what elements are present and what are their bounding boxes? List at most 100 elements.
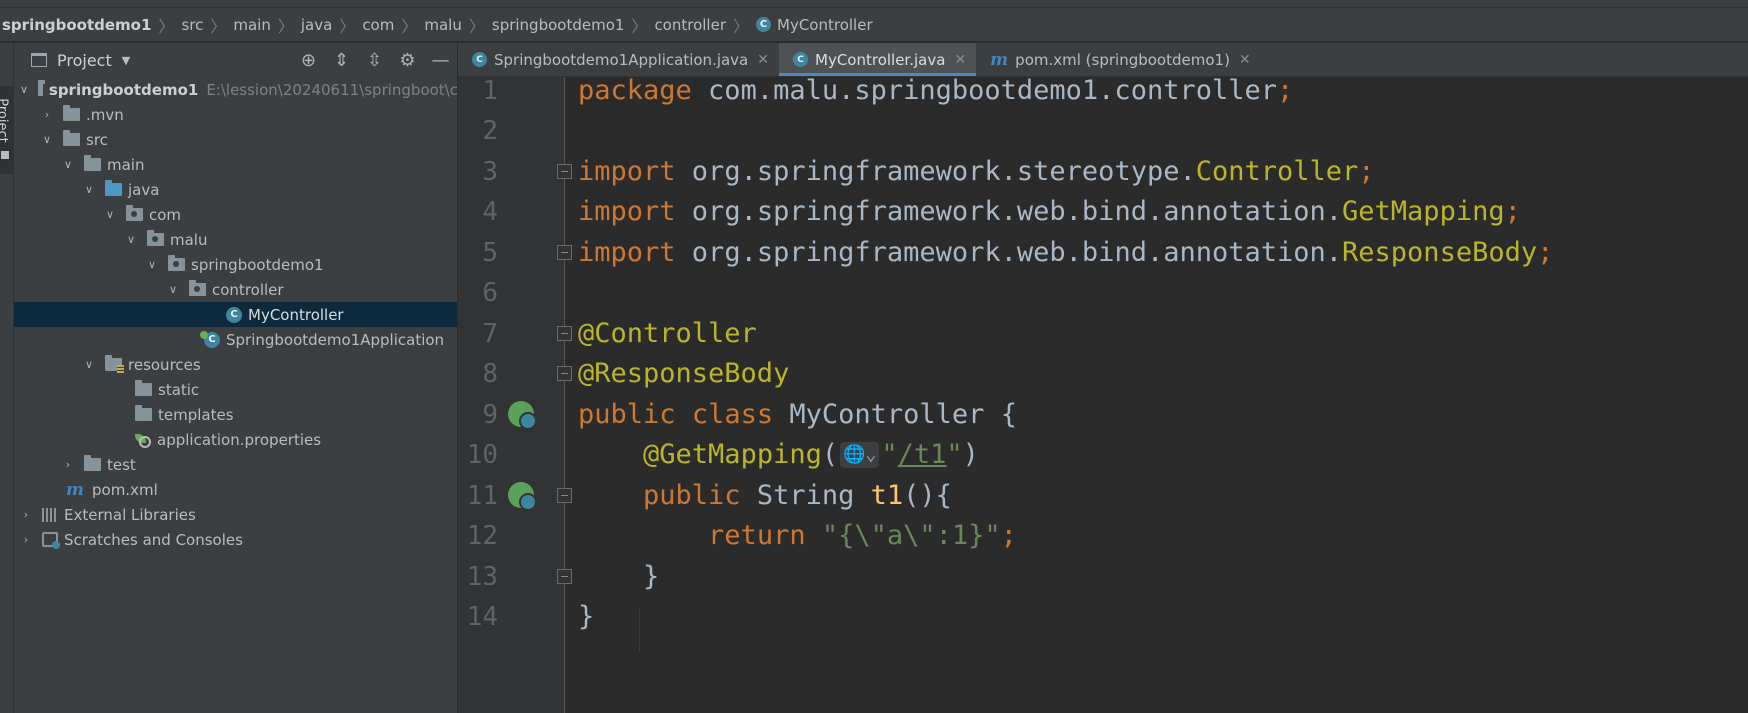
package-name: com.malu.springbootdemo1.controller	[691, 75, 1277, 106]
tree-item-label: External Libraries	[64, 505, 196, 524]
breadcrumb-item-controller[interactable]: controller	[654, 16, 726, 34]
chevron-down-icon[interactable]: ∨	[125, 233, 137, 246]
breadcrumb-separator: 〉	[277, 16, 294, 36]
code-text: @GetMapping(🌐⌄ "/t1 ")	[578, 439, 979, 470]
paren: (){	[903, 480, 952, 511]
tree-item-label: .mvn	[86, 105, 124, 124]
code-line: 12 return "{\"a\":1}";	[458, 513, 1748, 558]
project-panel-title[interactable]: Project	[57, 51, 112, 70]
tree-item-static[interactable]: static	[14, 377, 457, 402]
code-line: 3 import org.springframework.stereotype.…	[458, 149, 1748, 194]
tree-item-springbootdemo1[interactable]: ∨ springbootdemo1 E:\lession\20240611\sp…	[14, 77, 458, 102]
minimize-icon[interactable]: —	[424, 50, 457, 71]
code-line: 11 public String t1(){	[458, 473, 1748, 518]
gear-icon[interactable]: ⚙	[391, 50, 424, 71]
breadcrumb-separator: 〉	[401, 16, 418, 36]
tree-item-src[interactable]: ∨ src	[14, 127, 457, 152]
tree-item-test[interactable]: › test	[14, 452, 457, 477]
fold-icon[interactable]	[557, 366, 572, 381]
code-text: package com.malu.springbootdemo1.control…	[578, 75, 1293, 106]
tab-label: pom.xml (springbootdemo1)	[1015, 50, 1230, 69]
tree-item-path: E:\lession\20240611\springboot\c	[206, 80, 458, 99]
chevron-down-icon[interactable]: ∨	[167, 283, 179, 296]
tree-item-pom-xml[interactable]: m pom.xml	[14, 477, 457, 502]
tree-item-mycontroller[interactable]: C MyController	[14, 302, 457, 327]
tree-item-label: main	[107, 155, 145, 174]
breadcrumb-item-com[interactable]: com	[362, 16, 394, 34]
project-tool-label[interactable]: Project	[0, 98, 10, 142]
chevron-right-icon[interactable]: ›	[20, 533, 32, 546]
fold-icon[interactable]	[557, 164, 572, 179]
chevron-down-icon[interactable]: ∨	[20, 83, 28, 96]
tree-item-springbootdemo1application[interactable]: C Springbootdemo1Application	[14, 327, 457, 352]
tree-item-springbootdemo1-package[interactable]: ∨ springbootdemo1	[14, 252, 457, 277]
chevron-down-icon[interactable]: ∨	[83, 183, 95, 196]
tree-item-templates[interactable]: templates	[14, 402, 457, 427]
tree-item-controller[interactable]: ∨ controller	[14, 277, 457, 302]
fold-icon[interactable]	[557, 488, 572, 503]
tree-item-application-properties[interactable]: application.properties	[14, 427, 457, 452]
tree-item-external-libraries[interactable]: › External Libraries	[14, 502, 457, 527]
chevron-right-icon[interactable]: ›	[20, 508, 32, 521]
paren: (	[821, 439, 839, 470]
tab-label: MyController.java	[815, 50, 946, 69]
close-icon[interactable]: ✕	[954, 52, 966, 68]
code-line: 13 }	[458, 554, 1748, 599]
line-number: 2	[482, 115, 498, 146]
breadcrumb-item-src[interactable]: src	[181, 16, 203, 34]
chevron-down-icon[interactable]: ▼	[122, 54, 130, 67]
code-editor[interactable]: 1 package com.malu.springbootdemo1.contr…	[458, 75, 1748, 713]
breadcrumb-item-malu[interactable]: malu	[424, 16, 461, 34]
fold-icon[interactable]	[557, 569, 572, 584]
tree-item-com[interactable]: ∨ com	[14, 202, 457, 227]
code-line: 9 public class MyController {	[458, 392, 1748, 437]
line-number: 1	[482, 75, 498, 106]
tree-item-mvn[interactable]: › .mvn	[14, 102, 457, 127]
project-panel-actions: ⊕ ⇕ ⇳ ⚙ —	[292, 43, 457, 77]
chevron-right-icon[interactable]: ›	[62, 458, 74, 471]
tree-item-main[interactable]: ∨ main	[14, 152, 457, 177]
expand-all-icon[interactable]: ⇕	[325, 50, 358, 71]
line-number: 11	[466, 480, 498, 511]
breadcrumb-item-project[interactable]: springbootdemo1	[2, 16, 151, 34]
close-icon[interactable]: ✕	[1239, 52, 1251, 68]
close-icon[interactable]: ✕	[757, 52, 769, 68]
chevron-down-icon[interactable]: ∨	[83, 358, 95, 371]
tab-label: Springbootdemo1Application.java	[494, 50, 749, 69]
globe-icon[interactable]: 🌐⌄	[840, 441, 880, 468]
chevron-right-icon[interactable]: ›	[41, 108, 53, 121]
chevron-down-icon[interactable]: ∨	[146, 258, 158, 271]
breadcrumb-item-main[interactable]: main	[233, 16, 270, 34]
chevron-down-icon[interactable]: ∨	[62, 158, 74, 171]
breadcrumb-item-mycontroller[interactable]: C MyController	[756, 16, 873, 34]
chevron-down-icon[interactable]: ∨	[104, 208, 116, 221]
code-text: @ResponseBody	[578, 358, 789, 389]
maven-icon: m	[990, 49, 1009, 70]
package-icon	[147, 230, 164, 246]
spring-boot-class-icon: C	[472, 52, 487, 67]
code-line: 10 @GetMapping(🌐⌄ "/t1 ")	[458, 432, 1748, 477]
keyword: class	[691, 399, 774, 430]
locate-file-icon[interactable]: ⊕	[292, 50, 325, 71]
fold-icon[interactable]	[557, 245, 572, 260]
chevron-down-icon[interactable]: ∨	[41, 133, 53, 146]
collapse-all-icon[interactable]: ⇳	[358, 50, 391, 71]
tool-window-strip: Project	[0, 43, 14, 713]
fold-icon[interactable]	[557, 326, 572, 341]
breadcrumb-item-springbootdemo1[interactable]: springbootdemo1	[492, 16, 625, 34]
code-text: import org.springframework.web.bind.anno…	[578, 196, 1521, 227]
breadcrumb-item-label: MyController	[777, 15, 873, 34]
tree-item-scratches[interactable]: › Scratches and Consoles	[14, 527, 457, 552]
tree-item-java[interactable]: ∨ java	[14, 177, 457, 202]
line-number: 8	[482, 358, 498, 389]
breadcrumb-item-java[interactable]: java	[301, 16, 332, 34]
breadcrumb-separator: 〉	[468, 16, 485, 36]
url-path[interactable]: /t1	[898, 439, 947, 470]
import-path: org.springframework.web.bind.annotation.	[675, 196, 1343, 227]
folder-icon	[135, 405, 152, 421]
tree-item-resources[interactable]: ∨ resources	[14, 352, 457, 377]
endpoint-gutter-icon[interactable]	[508, 482, 537, 511]
code-text: @Controller	[578, 318, 757, 349]
tree-item-malu[interactable]: ∨ malu	[14, 227, 457, 252]
spring-bean-gutter-icon[interactable]	[508, 401, 537, 430]
